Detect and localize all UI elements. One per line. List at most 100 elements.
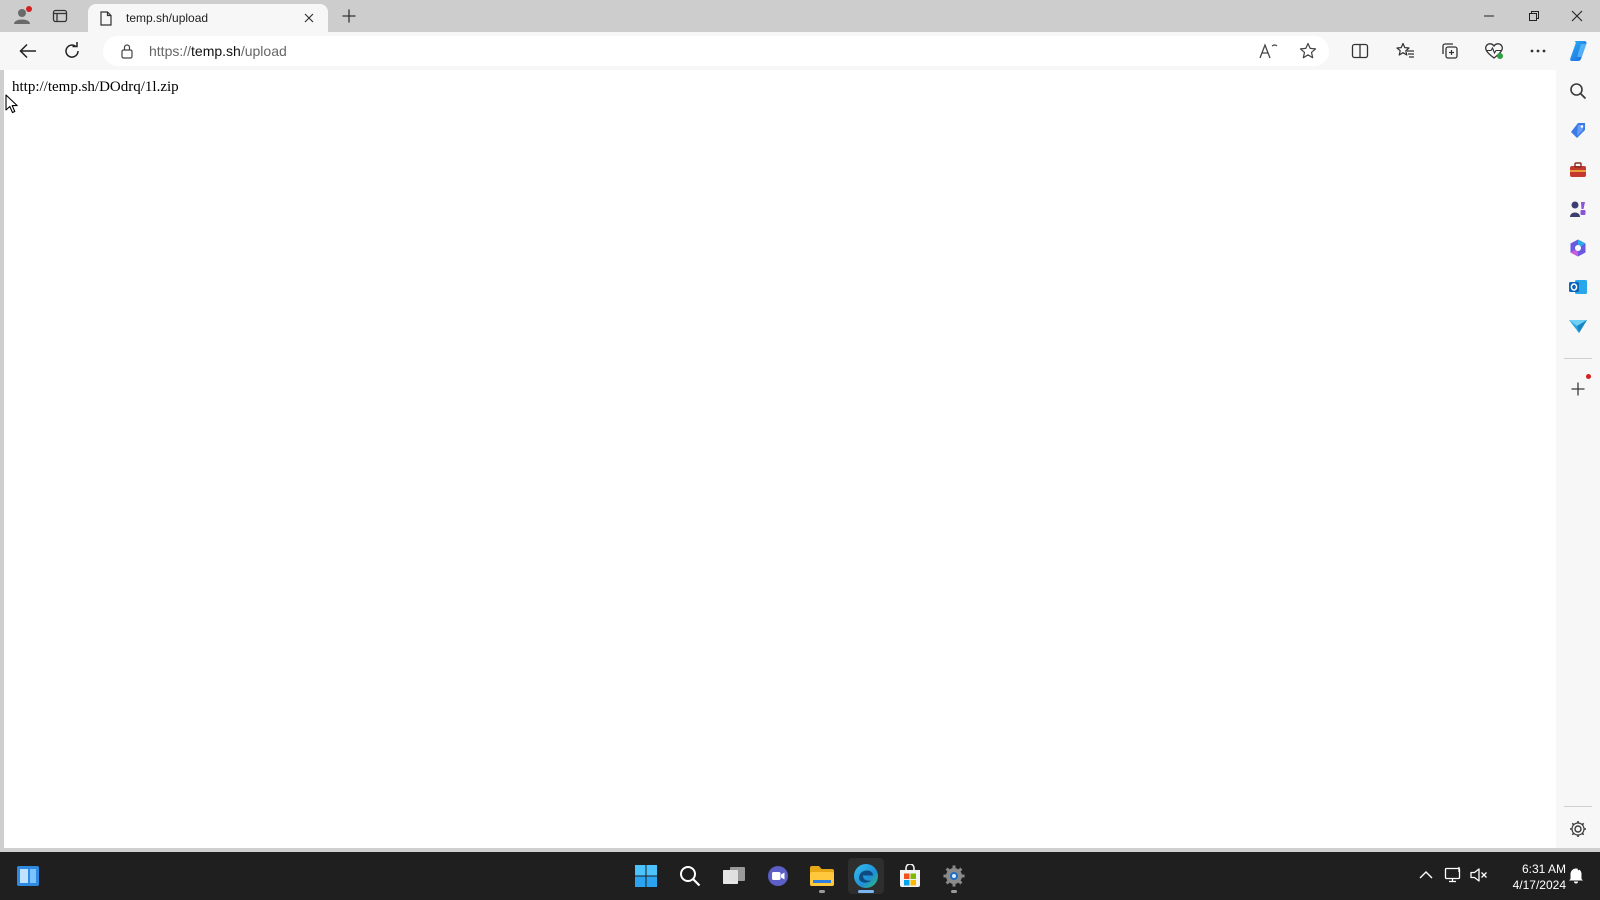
store-button[interactable] xyxy=(892,858,928,894)
heart-pulse-icon xyxy=(1485,43,1503,59)
back-arrow-icon xyxy=(19,43,36,59)
minimize-icon xyxy=(1484,15,1494,17)
close-icon xyxy=(1571,10,1583,22)
clock-date: 4/17/2024 xyxy=(1512,878,1566,892)
notification-bell-icon xyxy=(1569,867,1583,884)
search-icon xyxy=(1570,83,1587,100)
restore-icon xyxy=(1529,11,1539,21)
tools-icon xyxy=(1570,162,1586,177)
notification-dot xyxy=(1586,374,1591,379)
mouse-cursor-icon xyxy=(5,94,18,114)
widgets-icon xyxy=(17,866,39,886)
upload-result-text: http://temp.sh/DOdrq/1l.zip xyxy=(12,79,179,95)
address-bar[interactable]: https://temp.sh/upload xyxy=(103,36,1329,66)
url-scheme: https:// xyxy=(149,43,192,59)
sidebar-microsoft365-button[interactable] xyxy=(1567,237,1589,259)
widgets-button[interactable] xyxy=(10,858,46,894)
file-explorer-button[interactable] xyxy=(804,858,840,894)
close-tab-button[interactable] xyxy=(300,9,318,27)
sidebar-send-button[interactable] xyxy=(1567,315,1589,337)
close-window-button[interactable] xyxy=(1554,0,1600,32)
split-screen-button[interactable] xyxy=(1345,37,1375,65)
read-aloud-icon xyxy=(1259,43,1278,59)
volume-muted-icon xyxy=(1470,868,1487,882)
notification-dot xyxy=(26,6,32,12)
tab-active[interactable]: temp.sh/upload xyxy=(88,4,328,32)
gear-icon xyxy=(1570,821,1586,837)
store-icon xyxy=(900,864,920,887)
read-aloud-button[interactable] xyxy=(1258,41,1280,61)
taskbar-search-button[interactable] xyxy=(672,858,708,894)
clock[interactable]: 6:31 AM 4/17/2024 xyxy=(1500,861,1566,893)
sidebar-divider xyxy=(1564,806,1592,807)
edge-sidebar xyxy=(1556,70,1600,848)
minimize-button[interactable] xyxy=(1466,0,1512,32)
tab-actions-button[interactable] xyxy=(48,5,72,27)
page-icon xyxy=(98,10,114,26)
favorite-button[interactable] xyxy=(1297,41,1319,61)
shopping-tag-icon xyxy=(1571,123,1585,138)
clock-time: 6:31 AM xyxy=(1521,862,1566,876)
windows-icon xyxy=(635,865,657,887)
url-path: /upload xyxy=(240,43,287,59)
task-view-button[interactable] xyxy=(716,858,752,894)
sidebar-divider xyxy=(1564,358,1592,359)
folder-icon xyxy=(810,866,834,886)
volume-button[interactable] xyxy=(1468,864,1490,886)
search-icon xyxy=(680,866,701,887)
split-screen-icon xyxy=(1351,43,1369,59)
edge-button[interactable] xyxy=(848,858,884,894)
chevron-up-icon xyxy=(1419,871,1433,879)
browser-essentials-button[interactable] xyxy=(1479,37,1509,65)
sidebar-settings-button[interactable] xyxy=(1567,818,1589,840)
gear-icon xyxy=(943,865,965,887)
outlook-icon xyxy=(1569,280,1587,294)
lock-icon[interactable] xyxy=(117,41,137,61)
sidebar-games-button[interactable] xyxy=(1567,198,1589,220)
restore-button[interactable] xyxy=(1511,0,1557,32)
url-text[interactable]: https://temp.sh/upload xyxy=(149,43,287,59)
url-host: temp.sh xyxy=(191,43,241,59)
games-icon xyxy=(1570,201,1586,217)
favorites-button[interactable] xyxy=(1390,37,1420,65)
more-icon xyxy=(1530,49,1546,53)
refresh-button[interactable] xyxy=(57,37,87,65)
sidebar-add-button[interactable] xyxy=(1567,374,1591,400)
collections-button[interactable] xyxy=(1435,37,1465,65)
microsoft365-icon xyxy=(1570,239,1586,257)
sidebar-shopping-button[interactable] xyxy=(1567,120,1589,142)
taskbar: 6:31 AM 4/17/2024 xyxy=(0,852,1600,900)
send-icon xyxy=(1569,320,1587,333)
show-hidden-icons-button[interactable] xyxy=(1415,864,1437,886)
star-icon xyxy=(1299,42,1317,59)
copilot-button[interactable] xyxy=(1564,37,1594,65)
close-icon xyxy=(304,13,314,23)
video-chat-icon xyxy=(768,866,788,886)
tab-title: temp.sh/upload xyxy=(126,11,209,25)
sidebar-tools-button[interactable] xyxy=(1567,159,1589,181)
meet-button[interactable] xyxy=(760,858,796,894)
plus-icon xyxy=(1571,382,1585,396)
tab-actions-icon xyxy=(52,9,68,23)
collections-icon xyxy=(1442,43,1458,59)
tab-strip: temp.sh/upload xyxy=(0,0,1600,32)
running-indicator xyxy=(819,890,825,893)
profile-button[interactable] xyxy=(10,5,34,27)
running-indicator xyxy=(951,890,957,893)
new-tab-button[interactable] xyxy=(338,5,360,27)
sidebar-outlook-button[interactable] xyxy=(1567,276,1589,298)
plus-icon xyxy=(342,9,356,23)
edge-icon xyxy=(854,864,878,888)
network-button[interactable] xyxy=(1443,864,1465,886)
notifications-button[interactable] xyxy=(1565,864,1587,886)
refresh-icon xyxy=(65,42,79,58)
browser-toolbar: https://temp.sh/upload xyxy=(0,32,1600,70)
page-content: http://temp.sh/DOdrq/1l.zip xyxy=(4,70,1556,848)
more-button[interactable] xyxy=(1523,37,1553,65)
start-button[interactable] xyxy=(628,858,664,894)
running-indicator xyxy=(858,890,874,893)
settings-button[interactable] xyxy=(936,858,972,894)
sidebar-search-button[interactable] xyxy=(1567,80,1589,102)
task-view-icon xyxy=(723,867,745,884)
back-button[interactable] xyxy=(13,37,43,65)
